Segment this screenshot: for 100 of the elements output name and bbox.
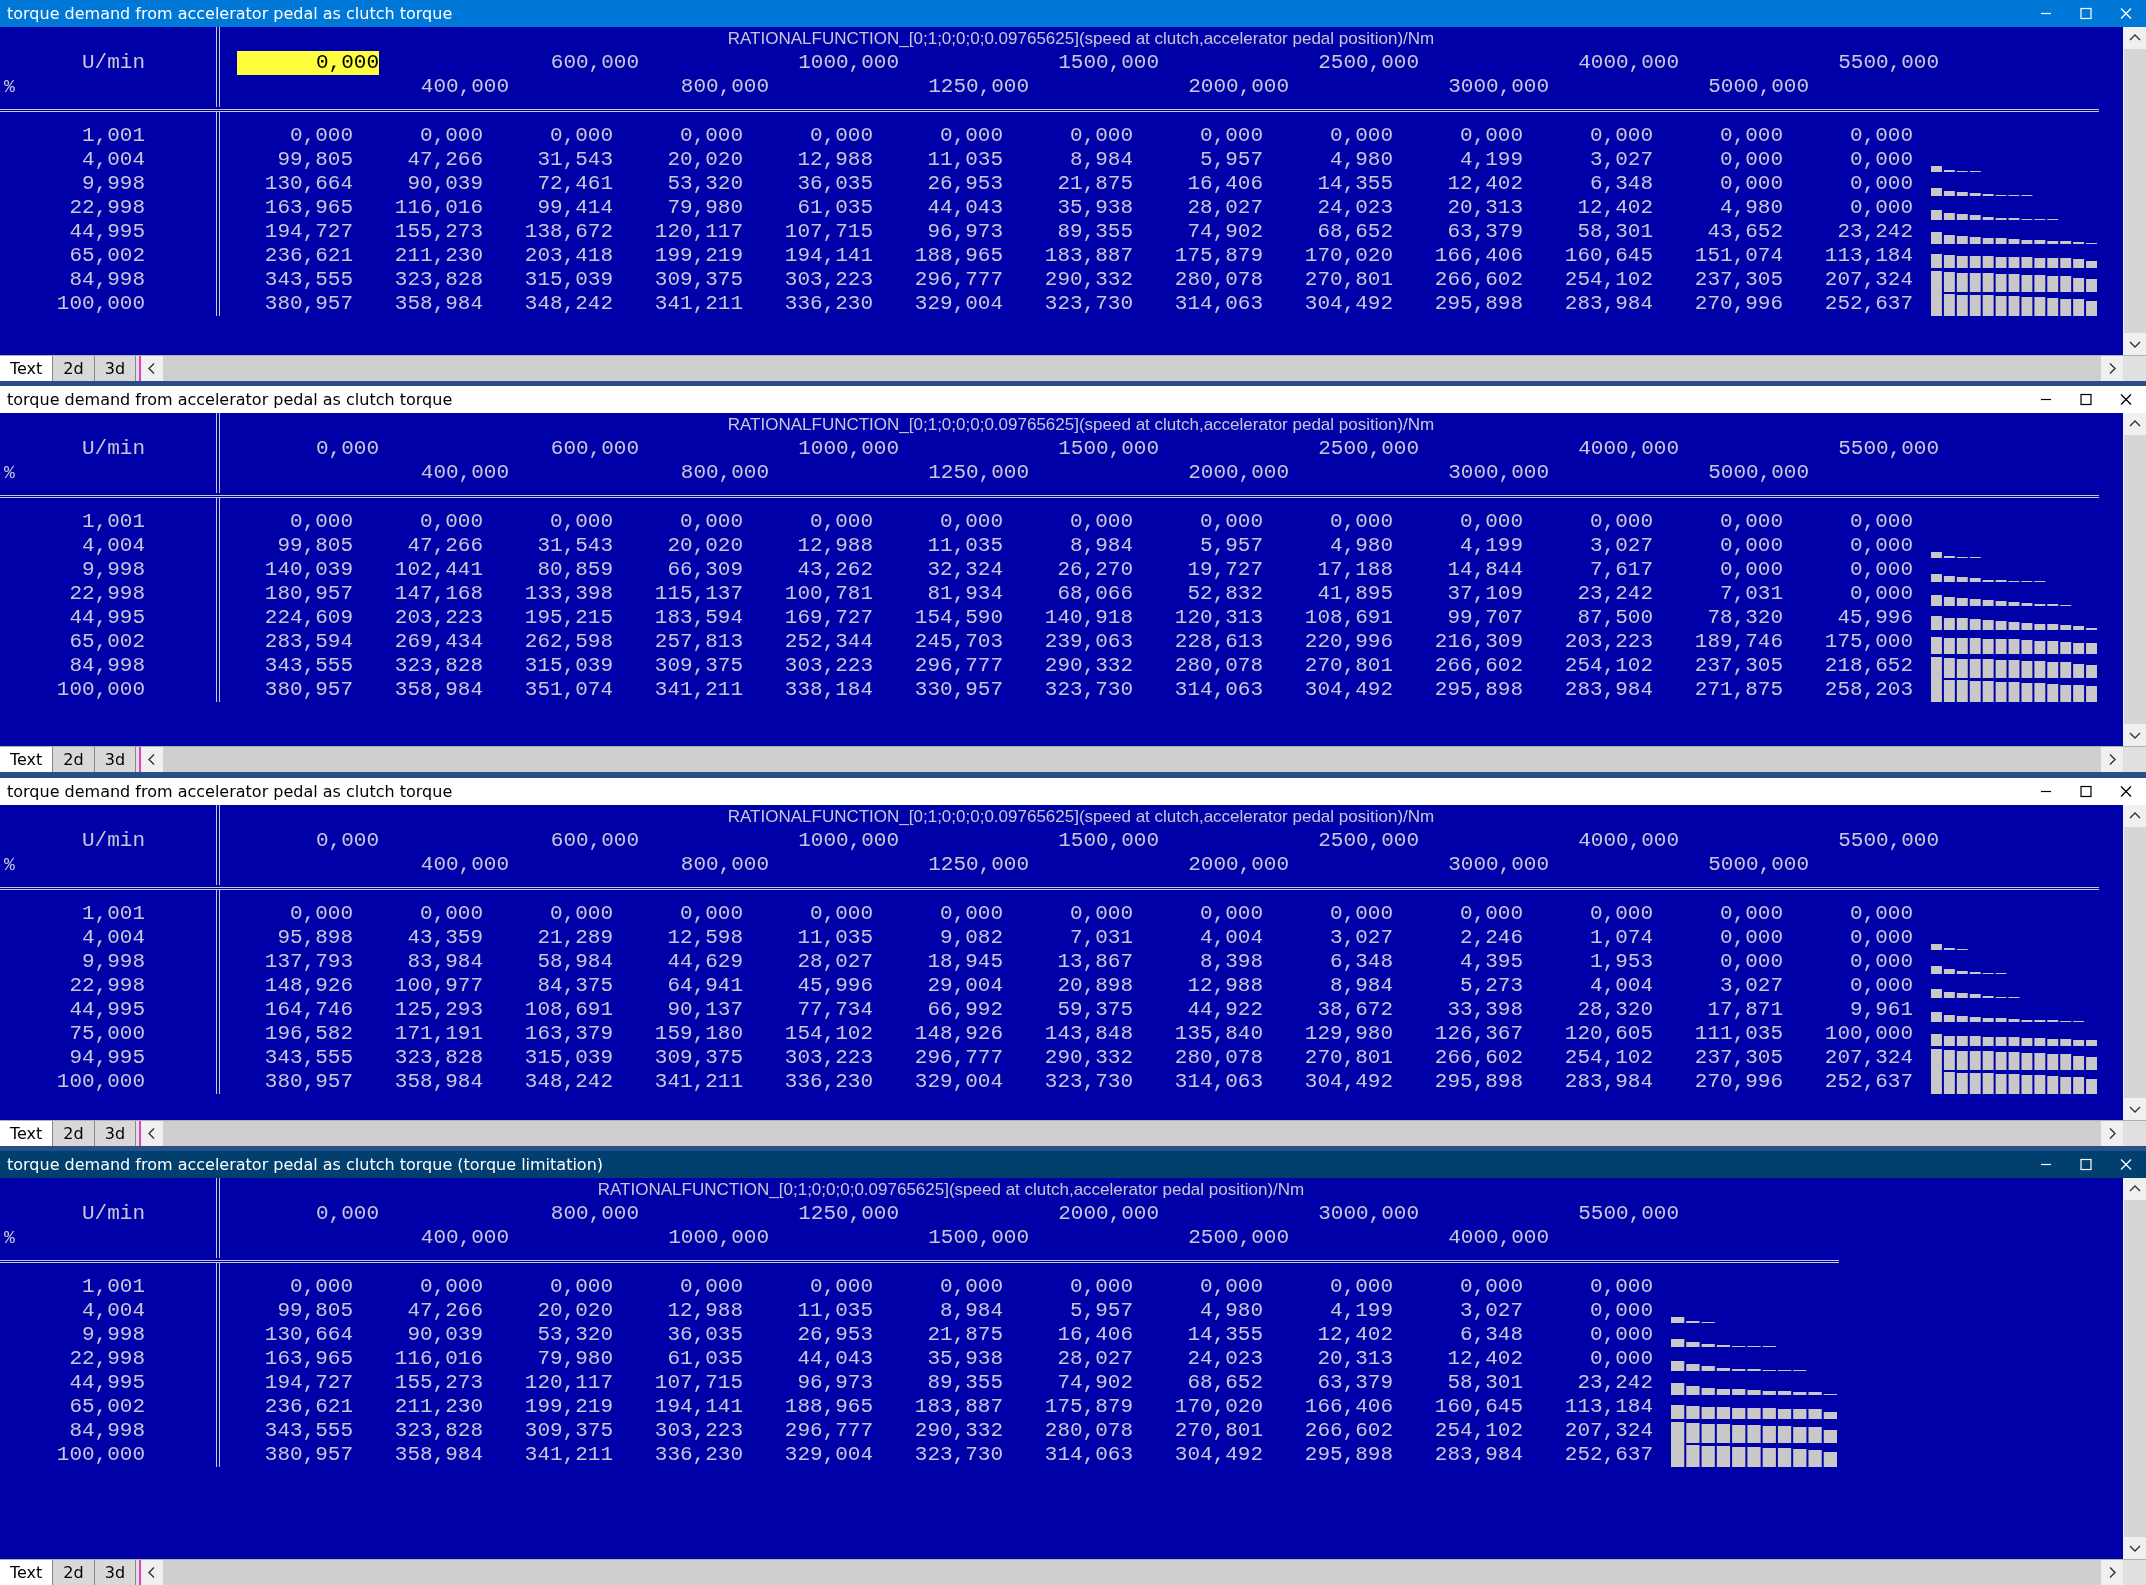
scroll-right-icon[interactable]	[2101, 1120, 2123, 1146]
table-cell[interactable]: 28,320	[1577, 997, 1653, 1022]
table-cell[interactable]: 140,039	[264, 558, 353, 583]
table-cell[interactable]: 129,980	[1304, 1021, 1393, 1046]
row-axis-cell[interactable]: 4,004	[82, 534, 145, 559]
table-cell[interactable]: 83,984	[407, 949, 483, 974]
row-axis-cell[interactable]: 9,998	[82, 949, 145, 974]
table-cell[interactable]: 211,230	[394, 1395, 483, 1419]
horizontal-scrollbar[interactable]	[163, 1120, 2101, 1146]
table-cell[interactable]: 266,602	[1434, 1045, 1523, 1070]
table-cell[interactable]: 8,984	[1330, 973, 1393, 998]
table-cell[interactable]: 0,000	[1590, 510, 1653, 535]
table-cell[interactable]: 89,355	[927, 1371, 1003, 1395]
table-cell[interactable]: 58,984	[537, 949, 613, 974]
table-cell[interactable]: 64,941	[667, 973, 743, 998]
table-cell[interactable]: 0,000	[1590, 901, 1653, 926]
table-cell[interactable]: 154,102	[784, 1021, 873, 1046]
table-cell[interactable]: 309,375	[654, 1045, 743, 1070]
table-cell[interactable]: 323,730	[1044, 292, 1133, 316]
row-axis-cell[interactable]: 84,998	[69, 654, 145, 679]
table-cell[interactable]: 336,230	[654, 1443, 743, 1467]
table-cell[interactable]: 4,004	[1200, 925, 1263, 950]
table-cell[interactable]: 0,000	[420, 510, 483, 535]
table-cell[interactable]: 203,223	[1564, 630, 1653, 655]
table-cell[interactable]: 380,957	[264, 1443, 353, 1467]
axis-header-cell[interactable]: 3000,000	[1407, 461, 1549, 486]
table-cell[interactable]: 199,219	[654, 244, 743, 268]
table-cell[interactable]: 303,223	[784, 654, 873, 679]
axis-header-cell[interactable]: 600,000	[497, 828, 639, 853]
table-cell[interactable]: 47,266	[407, 534, 483, 559]
table-cell[interactable]: 2,246	[1460, 925, 1523, 950]
vertical-scrollbar[interactable]	[2123, 1178, 2146, 1559]
table-cell[interactable]: 130,664	[264, 172, 353, 196]
horizontal-scrollbar[interactable]	[163, 1560, 2101, 1585]
table-cell[interactable]: 270,801	[1304, 654, 1393, 679]
row-axis-cell[interactable]: 4,004	[82, 1299, 145, 1323]
table-cell[interactable]: 0,000	[1850, 196, 1913, 220]
table-cell[interactable]: 0,000	[1720, 534, 1783, 559]
table-cell[interactable]: 341,211	[654, 678, 743, 703]
table-cell[interactable]: 194,727	[264, 220, 353, 244]
row-axis-cell[interactable]: 9,998	[82, 558, 145, 583]
axis-header-cell[interactable]: 400,000	[367, 852, 509, 877]
table-cell[interactable]: 336,230	[784, 1069, 873, 1094]
table-cell[interactable]: 96,973	[927, 220, 1003, 244]
table-cell[interactable]: 11,035	[927, 148, 1003, 172]
table-cell[interactable]: 20,898	[1057, 973, 1133, 998]
table-cell[interactable]: 66,309	[667, 558, 743, 583]
table-cell[interactable]: 224,609	[264, 606, 353, 631]
axis-header-cell[interactable]: 1250,000	[887, 461, 1029, 486]
table-cell[interactable]: 343,555	[264, 268, 353, 292]
table-cell[interactable]: 111,035	[1694, 1021, 1783, 1046]
row-axis-cell[interactable]: 44,995	[69, 220, 145, 244]
axis-header-cell[interactable]: 3000,000	[1407, 75, 1549, 99]
table-cell[interactable]: 45,996	[1837, 606, 1913, 631]
table-cell[interactable]: 16,406	[1057, 1323, 1133, 1347]
table-cell[interactable]: 245,703	[914, 630, 1003, 655]
table-cell[interactable]: 266,602	[1434, 268, 1523, 292]
table-cell[interactable]: 216,309	[1434, 630, 1523, 655]
table-cell[interactable]: 100,000	[1824, 1021, 1913, 1046]
table-cell[interactable]: 0,000	[810, 901, 873, 926]
table-cell[interactable]: 203,223	[394, 606, 483, 631]
axis-header-cell[interactable]: 2000,000	[1017, 1202, 1159, 1226]
table-cell[interactable]: 84,375	[537, 973, 613, 998]
table-cell[interactable]: 0,000	[1590, 1323, 1653, 1347]
table-cell[interactable]: 7,031	[1070, 925, 1133, 950]
table-cell[interactable]: 283,984	[1564, 292, 1653, 316]
table-cell[interactable]: 4,980	[1330, 148, 1393, 172]
table-cell[interactable]: 295,898	[1434, 678, 1523, 703]
axis-header-cell[interactable]: 800,000	[627, 75, 769, 99]
table-cell[interactable]: 0,000	[1850, 949, 1913, 974]
axis-header-cell[interactable]: 1000,000	[627, 1226, 769, 1250]
table-cell[interactable]: 358,984	[394, 1069, 483, 1094]
table-cell[interactable]: 252,637	[1824, 292, 1913, 316]
table-cell[interactable]: 0,000	[1330, 901, 1393, 926]
row-axis-cell[interactable]: 84,998	[69, 1419, 145, 1443]
table-cell[interactable]: 271,875	[1694, 678, 1783, 703]
table-cell[interactable]: 296,777	[914, 268, 1003, 292]
table-cell[interactable]: 0,000	[1720, 901, 1783, 926]
row-axis-cell[interactable]: 44,995	[69, 997, 145, 1022]
table-cell[interactable]: 269,434	[394, 630, 483, 655]
table-cell[interactable]: 329,004	[784, 1443, 873, 1467]
axis-header-cell[interactable]: 5500,000	[1537, 1202, 1679, 1226]
axis-header-cell[interactable]: 5000,000	[1667, 75, 1809, 99]
table-cell[interactable]: 0,000	[810, 510, 873, 535]
row-axis-cell[interactable]: 22,998	[69, 196, 145, 220]
table-cell[interactable]: 0,000	[1850, 124, 1913, 148]
table-cell[interactable]: 5,957	[1200, 148, 1263, 172]
scroll-right-icon[interactable]	[2101, 747, 2123, 773]
table-cell[interactable]: 164,746	[264, 997, 353, 1022]
table-cell[interactable]: 58,301	[1577, 220, 1653, 244]
table-cell[interactable]: 252,637	[1824, 1069, 1913, 1094]
table-cell[interactable]: 120,117	[654, 220, 743, 244]
table-cell[interactable]: 343,555	[264, 654, 353, 679]
table-cell[interactable]: 1,074	[1590, 925, 1653, 950]
axis-header-cell[interactable]: 2500,000	[1277, 828, 1419, 853]
table-cell[interactable]: 207,324	[1824, 268, 1913, 292]
table-cell[interactable]: 203,418	[524, 244, 613, 268]
view-tab[interactable]: 3d	[94, 1560, 137, 1585]
table-cell[interactable]: 107,715	[654, 1371, 743, 1395]
table-cell[interactable]: 63,379	[1317, 1371, 1393, 1395]
